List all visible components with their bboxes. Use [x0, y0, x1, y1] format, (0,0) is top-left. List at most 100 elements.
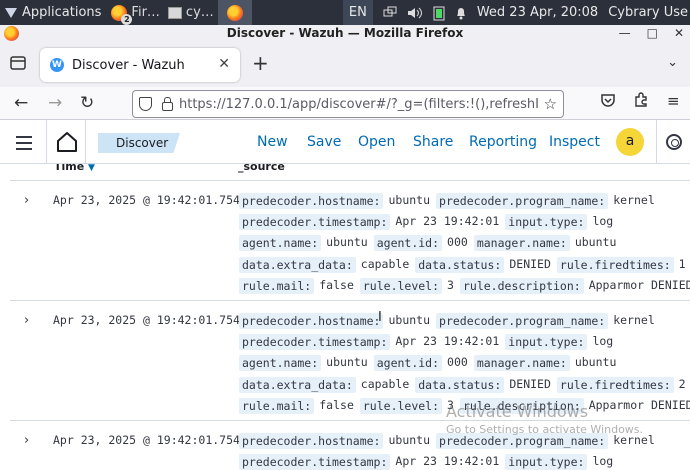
field-value: ubuntu — [574, 235, 617, 250]
expand-row-icon[interactable]: › — [24, 313, 29, 328]
url-bar[interactable]: https://127.0.0.1/app/discover#/?_g=(fil… — [132, 90, 564, 118]
maximize-icon[interactable]: □ — [647, 25, 658, 42]
field-value: ubuntu — [388, 312, 431, 327]
back-icon[interactable]: ← — [14, 93, 28, 113]
row-timestamp: Apr 23, 2025 @ 19:42:01.754 — [53, 313, 240, 327]
field-value: ubuntu — [388, 432, 431, 447]
field-pair: predecoder.timestamp: Apr 23 19:42:01 — [239, 453, 499, 470]
field-value: 2 — [678, 376, 686, 391]
column-header-time[interactable]: Time ▼ — [54, 164, 95, 173]
field-pair: input.type: log — [505, 333, 613, 350]
table-row: › Apr 23, 2025 @ 19:42:01.754 predecoder.h… — [10, 180, 690, 300]
field-name: data.status: — [415, 256, 505, 273]
applications-label: Applications — [22, 5, 102, 20]
field-pair: predecoder.hostname: ubuntu — [239, 192, 431, 209]
bookmark-star-icon[interactable]: ☆ — [544, 95, 557, 113]
battery-icon[interactable] — [433, 5, 445, 21]
source-line: agent.name: ubuntu agent.id: 000 manager.nam… — [239, 353, 679, 374]
field-pair: predecoder.timestamp: Apr 23 19:42:01 — [239, 333, 499, 350]
source-line: predecoder.hostname: ubuntu predecoder.pro… — [239, 190, 679, 211]
text-cursor-icon: I — [378, 310, 382, 325]
field-pair: agent.id: 000 — [373, 235, 468, 252]
field-name: agent.name: — [239, 235, 322, 252]
row-source: predecoder.hostname: ubuntu predecoder.pro… — [239, 310, 690, 416]
pocket-icon[interactable] — [600, 92, 616, 108]
new-button[interactable]: New — [257, 134, 288, 150]
field-name: manager.name: — [473, 355, 570, 372]
taskbar-firefox[interactable]: 2 Fir… — [107, 0, 164, 25]
field-value: 3 — [447, 277, 454, 292]
field-pair: predecoder.program_name: kernel — [436, 312, 655, 329]
open-button[interactable]: Open — [358, 134, 395, 150]
field-name: input.type: — [505, 453, 588, 470]
hamburger-menu-icon[interactable] — [16, 136, 32, 154]
source-line: data.extra_data: capable data.status: DENIE… — [239, 374, 686, 395]
field-value: Apparmor DENIED — [588, 277, 690, 292]
network-icon[interactable] — [383, 6, 397, 20]
notification-bell-icon[interactable] — [455, 6, 467, 20]
field-pair: rule.level: 3 — [359, 397, 454, 414]
extensions-icon[interactable] — [633, 92, 649, 108]
taskbar-firefox-label: Fir… — [131, 5, 160, 20]
new-tab-icon[interactable]: + — [252, 51, 269, 75]
forward-icon[interactable]: → — [48, 93, 62, 113]
field-name: agent.id: — [373, 355, 443, 372]
source-line: rule.mail: false rule.level: 3 rule.descript… — [239, 275, 690, 296]
firefox-icon — [226, 4, 243, 21]
reporting-button[interactable]: Reporting — [469, 134, 537, 150]
sort-down-icon[interactable]: ▼ — [88, 164, 95, 173]
taskbar-firefox-active[interactable] — [217, 0, 252, 25]
watermark-title: Activate Windows — [446, 402, 589, 421]
save-button[interactable]: Save — [307, 134, 341, 150]
row-timestamp: Apr 23, 2025 @ 19:42:01.754 — [53, 193, 240, 207]
tab-title: Discover - Wazuh — [72, 57, 185, 73]
field-value: log — [592, 453, 614, 468]
field-value: DENIED — [509, 376, 551, 391]
window-titlebar: Discover - Wazuh — Mozilla Firefox — □ ✕ — [0, 25, 690, 42]
home-button[interactable] — [46, 120, 86, 164]
applications-menu[interactable]: Applications — [0, 0, 107, 25]
tab-discover-wazuh[interactable]: W Discover - Wazuh ✕ — [40, 48, 240, 82]
watermark-subtitle: Go to Settings to activate Windows. — [446, 423, 644, 436]
field-value: false — [319, 397, 354, 412]
menu-icon[interactable]: ≡ — [667, 92, 680, 110]
field-value: log — [592, 213, 614, 228]
reload-icon[interactable]: ↻ — [80, 93, 94, 113]
firefox-icon — [4, 26, 19, 41]
avatar[interactable]: a — [616, 128, 644, 156]
url-text[interactable]: https://127.0.0.1/app/discover#/?_g=(fil… — [179, 97, 539, 112]
field-name: predecoder.timestamp: — [239, 213, 391, 230]
clock[interactable]: Wed 23 Apr, 20:08 — [477, 5, 598, 20]
taskbar-terminal-label: cy… — [185, 5, 214, 20]
field-value: ubuntu — [388, 192, 431, 207]
field-pair: rule.firedtimes: 2 — [556, 376, 686, 393]
share-button[interactable]: Share — [413, 134, 453, 150]
expand-row-icon[interactable]: › — [24, 433, 29, 448]
field-name: predecoder.timestamp: — [239, 333, 391, 350]
minimize-icon[interactable]: — — [619, 25, 631, 42]
field-name: data.extra_data: — [239, 376, 356, 393]
user-menu[interactable]: Cybrary Use — [608, 5, 688, 20]
inspect-button[interactable]: Inspect — [549, 134, 600, 150]
field-value: 000 — [447, 355, 468, 370]
tab-list-icon[interactable] — [10, 56, 26, 70]
close-tab-icon[interactable]: ✕ — [218, 56, 230, 72]
field-value: ubuntu — [574, 355, 617, 370]
expand-row-icon[interactable]: › — [24, 193, 29, 208]
chevron-down-icon[interactable]: ⌄ — [667, 55, 678, 70]
lock-icon[interactable] — [162, 96, 173, 111]
volume-icon[interactable] — [407, 6, 423, 20]
field-pair: input.type: log — [505, 213, 614, 230]
source-line: agent.name: ubuntu agent.id: 000 manager.nam… — [239, 233, 679, 254]
field-name: data.extra_data: — [239, 256, 356, 273]
screen: Applications 2 Fir… cy… EN Wed 23 Apr, 2… — [0, 0, 690, 470]
field-value: kernel — [613, 312, 655, 327]
keyboard-layout[interactable]: EN — [342, 0, 373, 25]
field-name: input.type: — [505, 213, 588, 230]
breadcrumb[interactable]: Discover — [98, 133, 180, 153]
field-pair: predecoder.timestamp: Apr 23 19:42:01 — [239, 213, 499, 230]
taskbar-terminal[interactable]: cy… — [164, 0, 218, 25]
tracking-shield-icon[interactable] — [139, 97, 152, 111]
close-window-icon[interactable]: ✕ — [674, 25, 684, 42]
help-button[interactable] — [656, 120, 690, 164]
